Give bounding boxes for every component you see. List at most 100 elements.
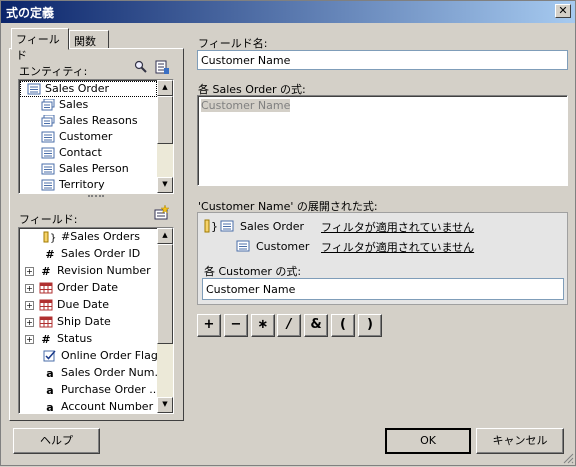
fields-label: フィールド: [19,213,78,226]
list-item[interactable]: a Purchase Order ... [43,383,160,399]
close-button[interactable]: ✕ [555,4,571,18]
list-item[interactable]: + Ship Date [25,315,111,331]
field-name-label: フィールド名: [198,37,268,50]
new-field-icon[interactable] [154,204,170,220]
cancel-button[interactable]: キャンセル [476,428,564,454]
list-item-label: Due Date [57,298,109,311]
help-button[interactable]: ヘルプ [13,428,100,454]
splitter-grip[interactable] [88,195,104,199]
scroll-up-button[interactable]: ▲ [157,80,173,96]
entities-scrollbar[interactable]: ▲ ▼ [157,80,173,193]
open-paren-button[interactable]: ( [331,314,355,337]
close-paren-button[interactable]: ) [358,314,382,337]
list-item-label: Status [57,332,93,345]
list-item[interactable]: } #Sales Orders [43,230,140,246]
multiply-button[interactable]: ∗ [251,314,275,337]
list-item[interactable]: a Account Number [43,400,153,416]
entity-icon [41,131,55,143]
list-item[interactable]: Sales Order [27,82,109,98]
list-item-label: Purchase Order ... [61,383,160,396]
text-icon: a [46,367,54,380]
text-icon: a [46,401,54,414]
ok-button[interactable]: OK [385,428,471,454]
entity-icon [41,163,55,175]
list-item-label: Contact [59,146,102,159]
checkbox-icon [43,350,57,362]
list-item[interactable]: Customer [41,130,112,146]
scroll-down-button[interactable]: ▼ [157,177,173,193]
list-item[interactable]: + # Status [25,332,92,348]
text-icon: a [46,384,54,397]
expand-icon[interactable]: + [25,266,34,276]
calendar-icon [39,299,53,311]
list-item[interactable]: Online Order Flag [43,349,158,365]
scroll-down-button[interactable]: ▼ [157,397,173,413]
resize-grip[interactable] [562,452,574,464]
expand-icon[interactable]: + [25,334,34,344]
scroll-thumb[interactable] [157,96,173,144]
field-name-input[interactable] [197,50,568,70]
list-item[interactable]: a Sales Order Num... [43,366,165,382]
scroll-up-button[interactable]: ▲ [157,228,173,244]
tab-functions[interactable]: 関数 [69,30,109,49]
entities-list[interactable]: Sales Order Sales Sales Reasons Customer… [18,79,174,194]
title-bar: 式の定義 ✕ [1,1,575,23]
svg-text:}: } [211,220,218,233]
scroll-thumb[interactable] [157,244,173,344]
entity-icon [41,147,55,159]
entity-icon [220,220,234,232]
list-item-label: Territory [59,178,105,191]
number-icon: # [41,333,51,346]
expanded-panel: } Sales Order フィルタが適用されていません Customer フィ… [197,212,568,305]
list-item-label: Sales [59,98,89,111]
list-item-label: Revision Number [57,264,151,277]
list-item[interactable]: Territory [41,178,105,194]
list-item-label: Account Number [61,400,154,413]
list-item[interactable]: + Due Date [25,298,109,314]
svg-text:}: } [50,233,56,243]
find-icon[interactable] [134,60,148,74]
expand-icon[interactable]: + [25,300,34,310]
list-item[interactable]: Sales [41,98,88,114]
list-item[interactable]: + # Revision Number [25,264,151,280]
entity-icon [27,83,41,95]
calendar-icon [39,282,53,294]
list-item-label: Online Order Flag [61,349,158,362]
entity-icon [41,179,55,191]
formula-token[interactable]: Customer Name [201,99,291,112]
filter-link[interactable]: フィルタが適用されていません [321,219,474,235]
expanded-entity: Customer [256,240,310,253]
stacked-entity-icon [41,98,55,111]
concatenate-button[interactable]: & [304,314,328,337]
aggregate-icon: } [43,231,57,244]
plus-button[interactable]: + [197,314,221,337]
entities-label: エンティティ: [19,65,88,78]
entity-icon [236,240,250,252]
fields-scrollbar[interactable]: ▲ ▼ [157,228,173,413]
entity-properties-icon[interactable] [154,59,170,75]
divide-button[interactable]: / [277,314,301,337]
list-item[interactable]: Sales Reasons [41,114,138,130]
list-item-label: Sales Order Num... [61,366,165,379]
formula-editor[interactable]: Customer Name [197,95,568,186]
stacked-entity-icon [41,114,55,127]
expand-icon[interactable]: + [25,283,34,293]
filter-link[interactable]: フィルタが適用されていません [321,239,474,255]
list-item-label: Order Date [57,281,119,294]
expanded-entity: Sales Order [240,220,305,233]
expand-icon[interactable]: + [25,317,34,327]
list-item-label: Customer [59,130,113,143]
list-item-label: Sales Person [59,162,129,175]
calendar-icon [39,316,53,328]
minus-button[interactable]: − [224,314,248,337]
list-item-label: Sales Order [45,82,110,95]
tab-fields[interactable]: フィールド [11,28,69,62]
fields-list[interactable]: } #Sales Orders # Sales Order ID + # Revisio… [18,227,174,414]
list-item[interactable]: Sales Person [41,162,129,178]
list-item[interactable]: Contact [41,146,102,162]
tab-functions-label: 関数 [74,35,96,48]
sub-formula-input[interactable] [202,278,564,300]
list-item[interactable]: # Sales Order ID [43,247,140,263]
window-title: 式の定義 [6,6,55,20]
list-item[interactable]: + Order Date [25,281,118,297]
